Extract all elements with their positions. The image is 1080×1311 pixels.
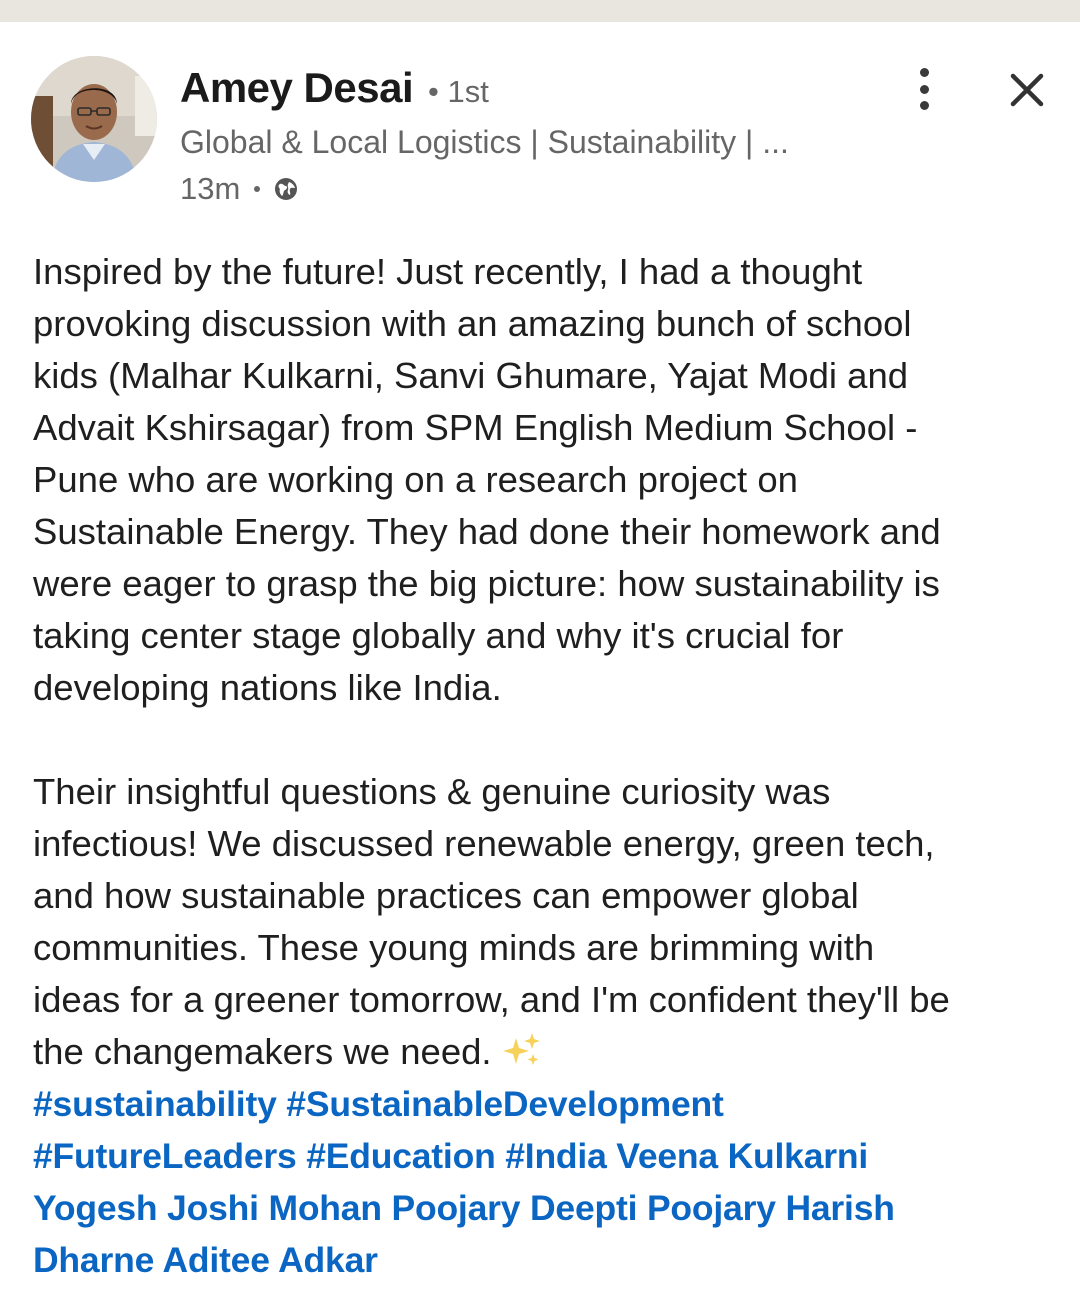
post-time: 13m xyxy=(180,171,241,206)
post-body: Inspired by the future! Just recently, I… xyxy=(33,246,1053,1286)
tag-line: Dharne Aditee Adkar xyxy=(33,1234,1053,1286)
tag-line: Yogesh Joshi Mohan Poojary Deepti Poojar… xyxy=(33,1182,1053,1234)
top-strip xyxy=(0,0,1080,22)
mention-link[interactable]: Mohan Poojary xyxy=(268,1188,520,1228)
avatar[interactable] xyxy=(31,56,157,182)
post-meta: 13m xyxy=(180,171,300,207)
mention-link[interactable]: Harish xyxy=(785,1188,894,1228)
sparkles-icon xyxy=(502,1030,542,1070)
separator-dot xyxy=(254,186,261,192)
post-paragraph-2: Their insightful questions & genuine cur… xyxy=(33,766,1053,1078)
hashtag-link[interactable]: #Education xyxy=(306,1136,496,1176)
mention-link[interactable]: Veena Kulkarni xyxy=(616,1136,868,1176)
author-headline: Global & Local Logistics | Sustainabilit… xyxy=(180,124,789,160)
close-icon[interactable] xyxy=(1003,66,1051,114)
post-paragraph-2-text: Their insightful questions & genuine cur… xyxy=(33,771,950,1072)
post-paragraph-1: Inspired by the future! Just recently, I… xyxy=(33,251,941,708)
hashtag-link[interactable]: #FutureLeaders xyxy=(33,1136,297,1176)
connection-degree: • 1st xyxy=(428,74,489,109)
hashtags-and-mentions: #sustainability #SustainableDevelopment #… xyxy=(33,1078,1053,1286)
mention-link[interactable]: Aditee Adkar xyxy=(162,1240,377,1280)
mention-link[interactable]: Yogesh Joshi xyxy=(33,1188,259,1228)
mention-link[interactable]: Dharne xyxy=(33,1240,154,1280)
mention-link[interactable]: Deepti Poojary xyxy=(530,1188,776,1228)
more-options-icon[interactable] xyxy=(902,64,946,114)
tag-line: #FutureLeaders #Education #India Veena K… xyxy=(33,1130,1053,1182)
globe-icon xyxy=(272,175,300,203)
hashtag-link[interactable]: #SustainableDevelopment xyxy=(286,1084,724,1124)
tag-line: #sustainability #SustainableDevelopment xyxy=(33,1078,1053,1130)
hashtag-link[interactable]: #India xyxy=(505,1136,607,1176)
hashtag-link[interactable]: #sustainability xyxy=(33,1084,277,1124)
author-name[interactable]: Amey Desai xyxy=(180,64,414,112)
